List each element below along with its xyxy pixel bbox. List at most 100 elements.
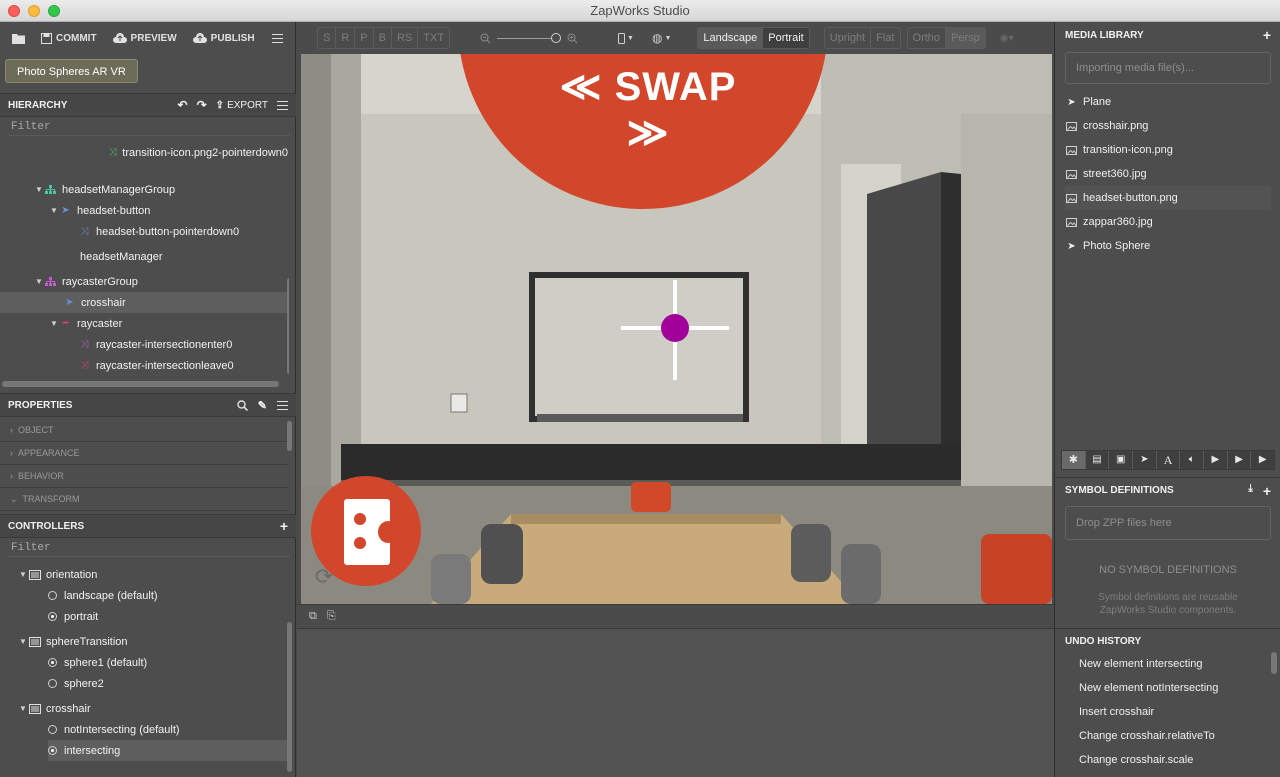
media-item-transition-icon[interactable]: transition-icon.png bbox=[1065, 138, 1271, 162]
undo-history-item[interactable]: New element intersecting bbox=[1079, 658, 1203, 670]
eye-dropdown[interactable]: ◉▾ bbox=[1000, 33, 1014, 44]
paste-icon[interactable]: ⎘ bbox=[327, 610, 336, 623]
zoom-window-button[interactable] bbox=[48, 5, 60, 17]
chevron-down-icon[interactable]: ▼ bbox=[18, 570, 28, 579]
controller-state-sphere2[interactable]: sphere2 bbox=[0, 673, 288, 694]
mode-p-button[interactable]: P bbox=[355, 28, 374, 48]
undo-history-item[interactable]: Change crosshair.scale bbox=[1079, 754, 1193, 766]
hierarchy-horizontal-scrollbar[interactable] bbox=[2, 381, 279, 387]
plane-filter-icon[interactable]: ➤ bbox=[1132, 451, 1156, 469]
commit-button[interactable]: COMMIT bbox=[35, 27, 103, 49]
device-dropdown[interactable]: ▼ bbox=[618, 32, 634, 44]
media-item-photo-sphere[interactable]: ➤ Photo Sphere bbox=[1065, 234, 1271, 258]
tree-row[interactable]: ▼ ➤ headset-button bbox=[0, 200, 288, 221]
zoom-out-icon[interactable] bbox=[480, 33, 491, 44]
chevron-down-icon[interactable]: ▼ bbox=[49, 206, 59, 215]
undo-icon[interactable]: ↶ bbox=[178, 98, 188, 112]
radio-icon[interactable] bbox=[48, 725, 57, 734]
radio-icon[interactable] bbox=[48, 679, 57, 688]
timeline-panel[interactable] bbox=[297, 628, 1054, 777]
add-symbol-button[interactable]: + bbox=[1263, 483, 1271, 499]
zoom-in-icon[interactable] bbox=[567, 33, 578, 44]
controller-state-landscape[interactable]: landscape (default) bbox=[0, 585, 288, 606]
controller-state-intersecting[interactable]: intersecting bbox=[48, 740, 288, 761]
controller-group-spheretransition[interactable]: ▼ sphereTransition bbox=[0, 631, 288, 652]
landscape-button[interactable]: Landscape bbox=[698, 28, 764, 48]
mode-b-button[interactable]: B bbox=[374, 28, 392, 48]
project-button[interactable]: Photo Spheres AR VR bbox=[5, 59, 138, 83]
controller-group-orientation[interactable]: ▼ orientation bbox=[0, 564, 288, 585]
main-menu-button[interactable] bbox=[266, 27, 289, 49]
undo-history-scrollbar[interactable] bbox=[1271, 652, 1277, 674]
zoom-slider[interactable] bbox=[497, 32, 562, 44]
hierarchy-filter-input[interactable]: Filter bbox=[8, 118, 290, 136]
all-media-icon[interactable]: ✱ bbox=[1062, 451, 1085, 469]
refresh-icon[interactable]: ⟳ bbox=[315, 564, 333, 590]
video-icon[interactable]: ▶ bbox=[1250, 451, 1275, 469]
globe-dropdown[interactable]: ◍ ▼ bbox=[652, 31, 671, 45]
media-item-crosshair[interactable]: crosshair.png bbox=[1065, 114, 1271, 138]
mode-r-button[interactable]: R bbox=[336, 28, 356, 48]
media-item-headset-button[interactable]: headset-button.png bbox=[1065, 186, 1271, 210]
tree-row[interactable]: ▼ headsetManagerGroup bbox=[0, 179, 288, 200]
media-item-street360[interactable]: street360.jpg bbox=[1065, 162, 1271, 186]
export-button[interactable]: ⇪ EXPORT bbox=[216, 100, 268, 111]
media-item-plane[interactable]: ➤ Plane bbox=[1065, 90, 1271, 114]
add-controller-button[interactable]: + bbox=[280, 518, 288, 534]
radio-icon[interactable] bbox=[48, 591, 57, 600]
controller-group-crosshair[interactable]: ▼ crosshair bbox=[0, 698, 288, 719]
controllers-scrollbar[interactable] bbox=[287, 622, 292, 772]
minimize-window-button[interactable] bbox=[28, 5, 40, 17]
chevron-down-icon[interactable]: ▼ bbox=[34, 277, 44, 286]
controllers-filter-input[interactable]: Filter bbox=[8, 539, 290, 557]
tree-row[interactable]: ▼ ━ raycaster bbox=[0, 313, 288, 334]
tree-row[interactable]: ⤨ raycaster-intersectionleave0 bbox=[0, 355, 288, 376]
download-icon[interactable]: ⤓ bbox=[1248, 483, 1252, 499]
ortho-button[interactable]: Ortho bbox=[908, 28, 947, 48]
property-section-transform[interactable]: ⌄ TRANSFORM bbox=[0, 488, 288, 511]
pencil-icon[interactable]: ✎ bbox=[258, 399, 267, 412]
audio-icon[interactable]: 🔈︎ bbox=[1179, 451, 1204, 469]
copy-icon[interactable]: ⧉ bbox=[309, 610, 317, 623]
controller-state-sphere1[interactable]: sphere1 (default) bbox=[0, 652, 288, 673]
chevron-down-icon[interactable]: ▼ bbox=[18, 704, 28, 713]
tree-row[interactable]: ▼ raycasterGroup bbox=[0, 271, 288, 292]
mode-rs-button[interactable]: RS bbox=[392, 28, 419, 48]
close-window-button[interactable] bbox=[8, 5, 20, 17]
preview-button[interactable]: PREVIEW bbox=[107, 27, 183, 49]
property-section-behavior[interactable]: › BEHAVIOR bbox=[0, 465, 288, 488]
undo-history-item[interactable]: Change crosshair.relativeTo bbox=[1079, 730, 1215, 742]
search-icon[interactable] bbox=[237, 399, 248, 411]
file-icon[interactable]: ▤ bbox=[1084, 451, 1109, 469]
property-section-object[interactable]: › OBJECT bbox=[0, 419, 288, 442]
controller-state-portrait[interactable]: portrait bbox=[0, 606, 288, 627]
mode-txt-button[interactable]: TXT bbox=[418, 28, 449, 48]
tree-row[interactable]: headsetManager bbox=[0, 246, 288, 267]
add-media-button[interactable]: + bbox=[1263, 27, 1271, 43]
radio-checked-icon[interactable] bbox=[48, 746, 57, 755]
video-icon[interactable]: ▶ bbox=[1226, 451, 1251, 469]
chevron-down-icon[interactable]: ▼ bbox=[34, 185, 44, 194]
flat-button[interactable]: Flat bbox=[871, 28, 899, 48]
zoom-slider-handle[interactable] bbox=[551, 33, 562, 43]
upright-button[interactable]: Upright bbox=[825, 28, 872, 48]
crosshair-icon[interactable] bbox=[621, 280, 729, 380]
hamburger-icon[interactable] bbox=[277, 400, 288, 410]
chevron-down-icon[interactable]: ▼ bbox=[49, 319, 59, 328]
persp-button[interactable]: Persp bbox=[946, 28, 985, 48]
tree-row[interactable]: ⤨ headset-button-pointerdown0 bbox=[0, 221, 288, 242]
media-item-zappar360[interactable]: zappar360.jpg bbox=[1065, 210, 1271, 234]
radio-checked-icon[interactable] bbox=[48, 658, 57, 667]
radio-checked-icon[interactable] bbox=[48, 612, 57, 621]
tree-row[interactable]: ⤨ transition-icon.png2-pointerdown0 bbox=[0, 142, 288, 163]
undo-history-item[interactable]: New element notIntersecting bbox=[1079, 682, 1218, 694]
symbol-drop-zone[interactable]: Drop ZPP files here bbox=[1065, 506, 1271, 540]
redo-icon[interactable]: ↷ bbox=[197, 98, 207, 112]
controller-state-notintersecting[interactable]: notIntersecting (default) bbox=[0, 719, 288, 740]
mode-s-button[interactable]: S bbox=[318, 28, 337, 48]
video-icon[interactable]: ▶ bbox=[1203, 451, 1227, 469]
hierarchy-vertical-scrollbar[interactable] bbox=[287, 278, 289, 374]
undo-history-item[interactable]: Insert crosshair bbox=[1079, 706, 1154, 718]
property-section-appearance[interactable]: › APPEARANCE bbox=[0, 442, 288, 465]
tree-row[interactable]: ⤨ raycaster-intersectionenter0 bbox=[0, 334, 288, 355]
